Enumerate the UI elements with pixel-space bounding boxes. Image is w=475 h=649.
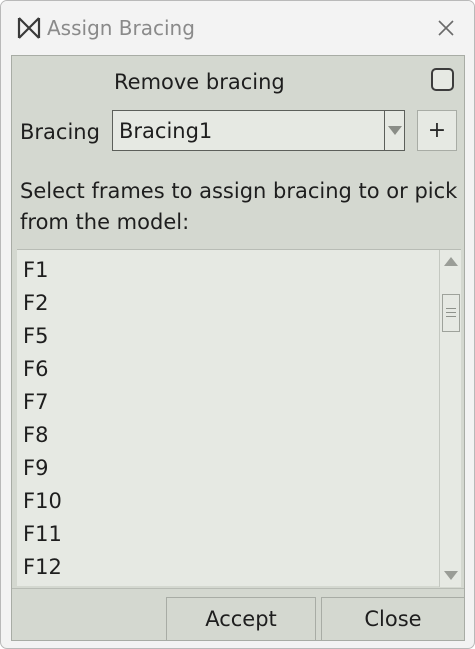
list-item[interactable]: F11 xyxy=(23,518,423,551)
list-item[interactable]: F12 xyxy=(23,551,423,584)
frames-list[interactable]: F1 F2 F5 F6 F7 F8 F9 F10 F11 F12 xyxy=(17,249,461,587)
scroll-up-icon[interactable] xyxy=(441,252,461,272)
assign-bracing-dialog: Assign Bracing Remove bracing Bracing Br… xyxy=(0,0,475,649)
chevron-down-icon xyxy=(388,126,402,135)
list-scrollbar[interactable] xyxy=(439,250,461,587)
list-item[interactable]: F2 xyxy=(23,287,423,320)
scroll-thumb[interactable] xyxy=(442,294,460,332)
dialog-content: Remove bracing Bracing Bracing1 + Select… xyxy=(11,55,465,641)
remove-bracing-label: Remove bracing xyxy=(114,70,285,94)
close-button[interactable]: Close xyxy=(321,597,465,641)
scroll-down-icon[interactable] xyxy=(441,565,461,585)
close-icon[interactable] xyxy=(433,15,459,41)
list-item[interactable]: F1 xyxy=(23,254,423,287)
remove-bracing-checkbox[interactable] xyxy=(431,68,454,91)
list-item[interactable]: F5 xyxy=(23,320,423,353)
bracing-label: Bracing xyxy=(20,120,100,144)
add-bracing-button[interactable]: + xyxy=(417,110,457,151)
list-item[interactable]: F9 xyxy=(23,452,423,485)
bowtie-icon xyxy=(17,16,41,40)
divider xyxy=(12,588,464,589)
list-item[interactable]: F10 xyxy=(23,485,423,518)
list-item[interactable]: F7 xyxy=(23,386,423,419)
bracing-select-value: Bracing1 xyxy=(119,119,213,143)
list-item[interactable]: F6 xyxy=(23,353,423,386)
list-item[interactable]: F8 xyxy=(23,419,423,452)
dropdown-button[interactable] xyxy=(384,111,404,150)
title-bar[interactable]: Assign Bracing xyxy=(1,1,474,55)
instructions-text: Select frames to assign bracing to or pi… xyxy=(20,179,458,234)
accept-button[interactable]: Accept xyxy=(166,597,316,641)
window-title: Assign Bracing xyxy=(47,16,195,40)
bracing-select[interactable]: Bracing1 xyxy=(112,110,405,151)
